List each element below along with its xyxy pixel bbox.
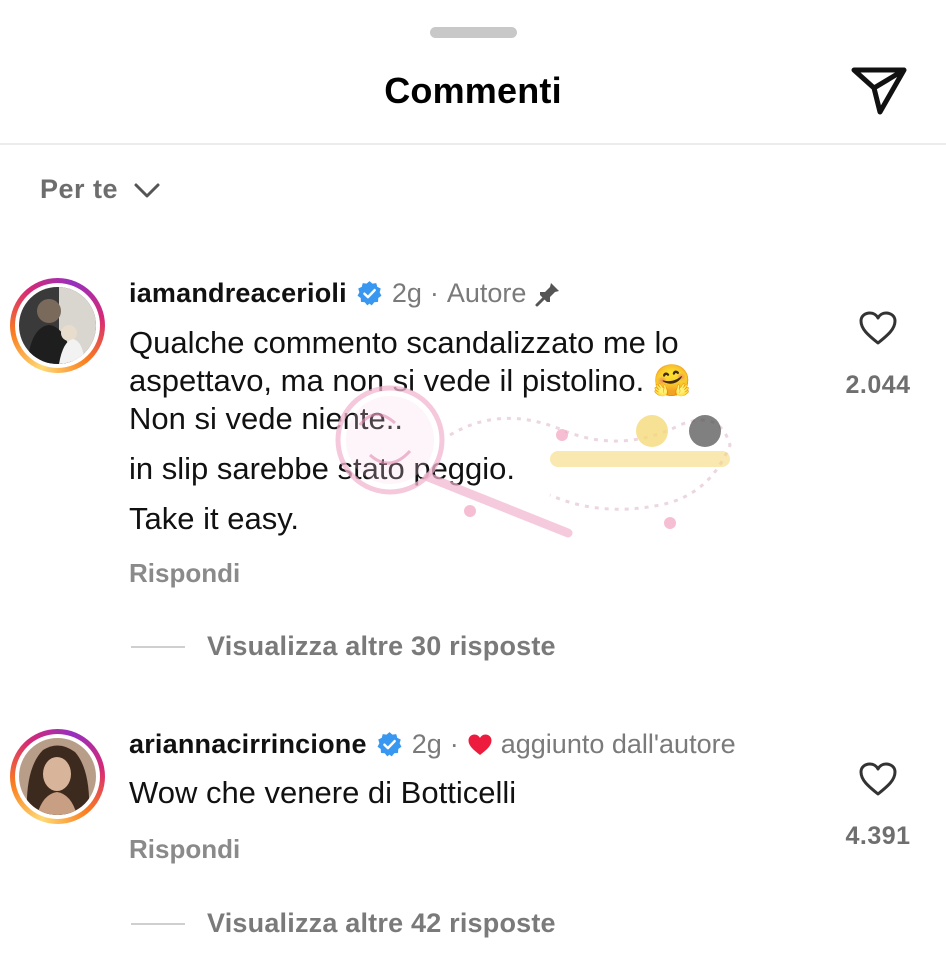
view-replies-button[interactable]: Visualizza altre 42 risposte [131, 908, 556, 939]
heart-icon [468, 734, 492, 755]
comment-meta: ariannacirrincione 2g · aggiunto dall'au… [129, 729, 736, 760]
sort-dropdown[interactable]: Per te [40, 174, 162, 205]
author-tag: aggiunto dall'autore [500, 729, 736, 759]
meta-separator: · [449, 729, 459, 759]
author-tag: Autore [446, 278, 527, 308]
like-count: 2.044 [845, 371, 911, 399]
like-button[interactable] [835, 761, 921, 797]
verified-badge-icon [377, 732, 402, 757]
username[interactable]: iamandreacerioli [129, 278, 347, 309]
chevron-down-icon [134, 183, 160, 197]
comment-line: in slip sarebbe stato peggio. [129, 451, 516, 486]
verified-badge-icon [357, 281, 382, 306]
comment-text: Wow che venere di Botticelli [129, 774, 516, 812]
view-replies-button[interactable]: Visualizza altre 30 risposte [131, 631, 556, 662]
avatar[interactable] [10, 729, 105, 824]
sheet-grabber[interactable] [430, 27, 517, 38]
view-replies-label: Visualizza altre 42 risposte [207, 908, 556, 938]
like-button[interactable] [835, 310, 921, 346]
comment-time: 2g [391, 278, 422, 308]
view-replies-line [131, 922, 185, 925]
heart-outline-icon [859, 762, 897, 796]
page-title: Commenti [384, 70, 562, 111]
view-replies-line [131, 645, 185, 648]
comment-line: Non si vede niente.. [129, 401, 404, 436]
avatar-photo [19, 287, 96, 364]
comments-sheet: Commenti Per te iamandreacerioli 2g · Au… [0, 0, 946, 969]
username[interactable]: ariannacirrincione [129, 729, 367, 760]
comment-meta: iamandreacerioli 2g · Autore [129, 278, 562, 309]
sort-label: Per te [40, 174, 119, 204]
paper-plane-icon[interactable] [850, 64, 908, 116]
comment-line: Wow che venere di Botticelli [129, 775, 517, 810]
comment-line: aspettavo, ma non si vede il pistolino. … [129, 363, 692, 398]
avatar-photo [19, 738, 96, 815]
pin-icon [535, 282, 560, 306]
comment-text: Qualche commento scandalizzato me lo asp… [129, 324, 691, 538]
comment-time: 2g [411, 729, 442, 759]
header-divider [0, 143, 946, 145]
comment-line: Qualche commento scandalizzato me lo [129, 325, 679, 360]
avatar[interactable] [10, 278, 105, 373]
heart-outline-icon [859, 311, 897, 345]
reply-button[interactable]: Rispondi [129, 834, 240, 865]
like-count: 4.391 [845, 822, 911, 850]
comment-line: Take it easy. [129, 501, 300, 536]
meta-separator: · [429, 278, 439, 308]
view-replies-label: Visualizza altre 30 risposte [207, 631, 556, 661]
reply-button[interactable]: Rispondi [129, 558, 240, 589]
